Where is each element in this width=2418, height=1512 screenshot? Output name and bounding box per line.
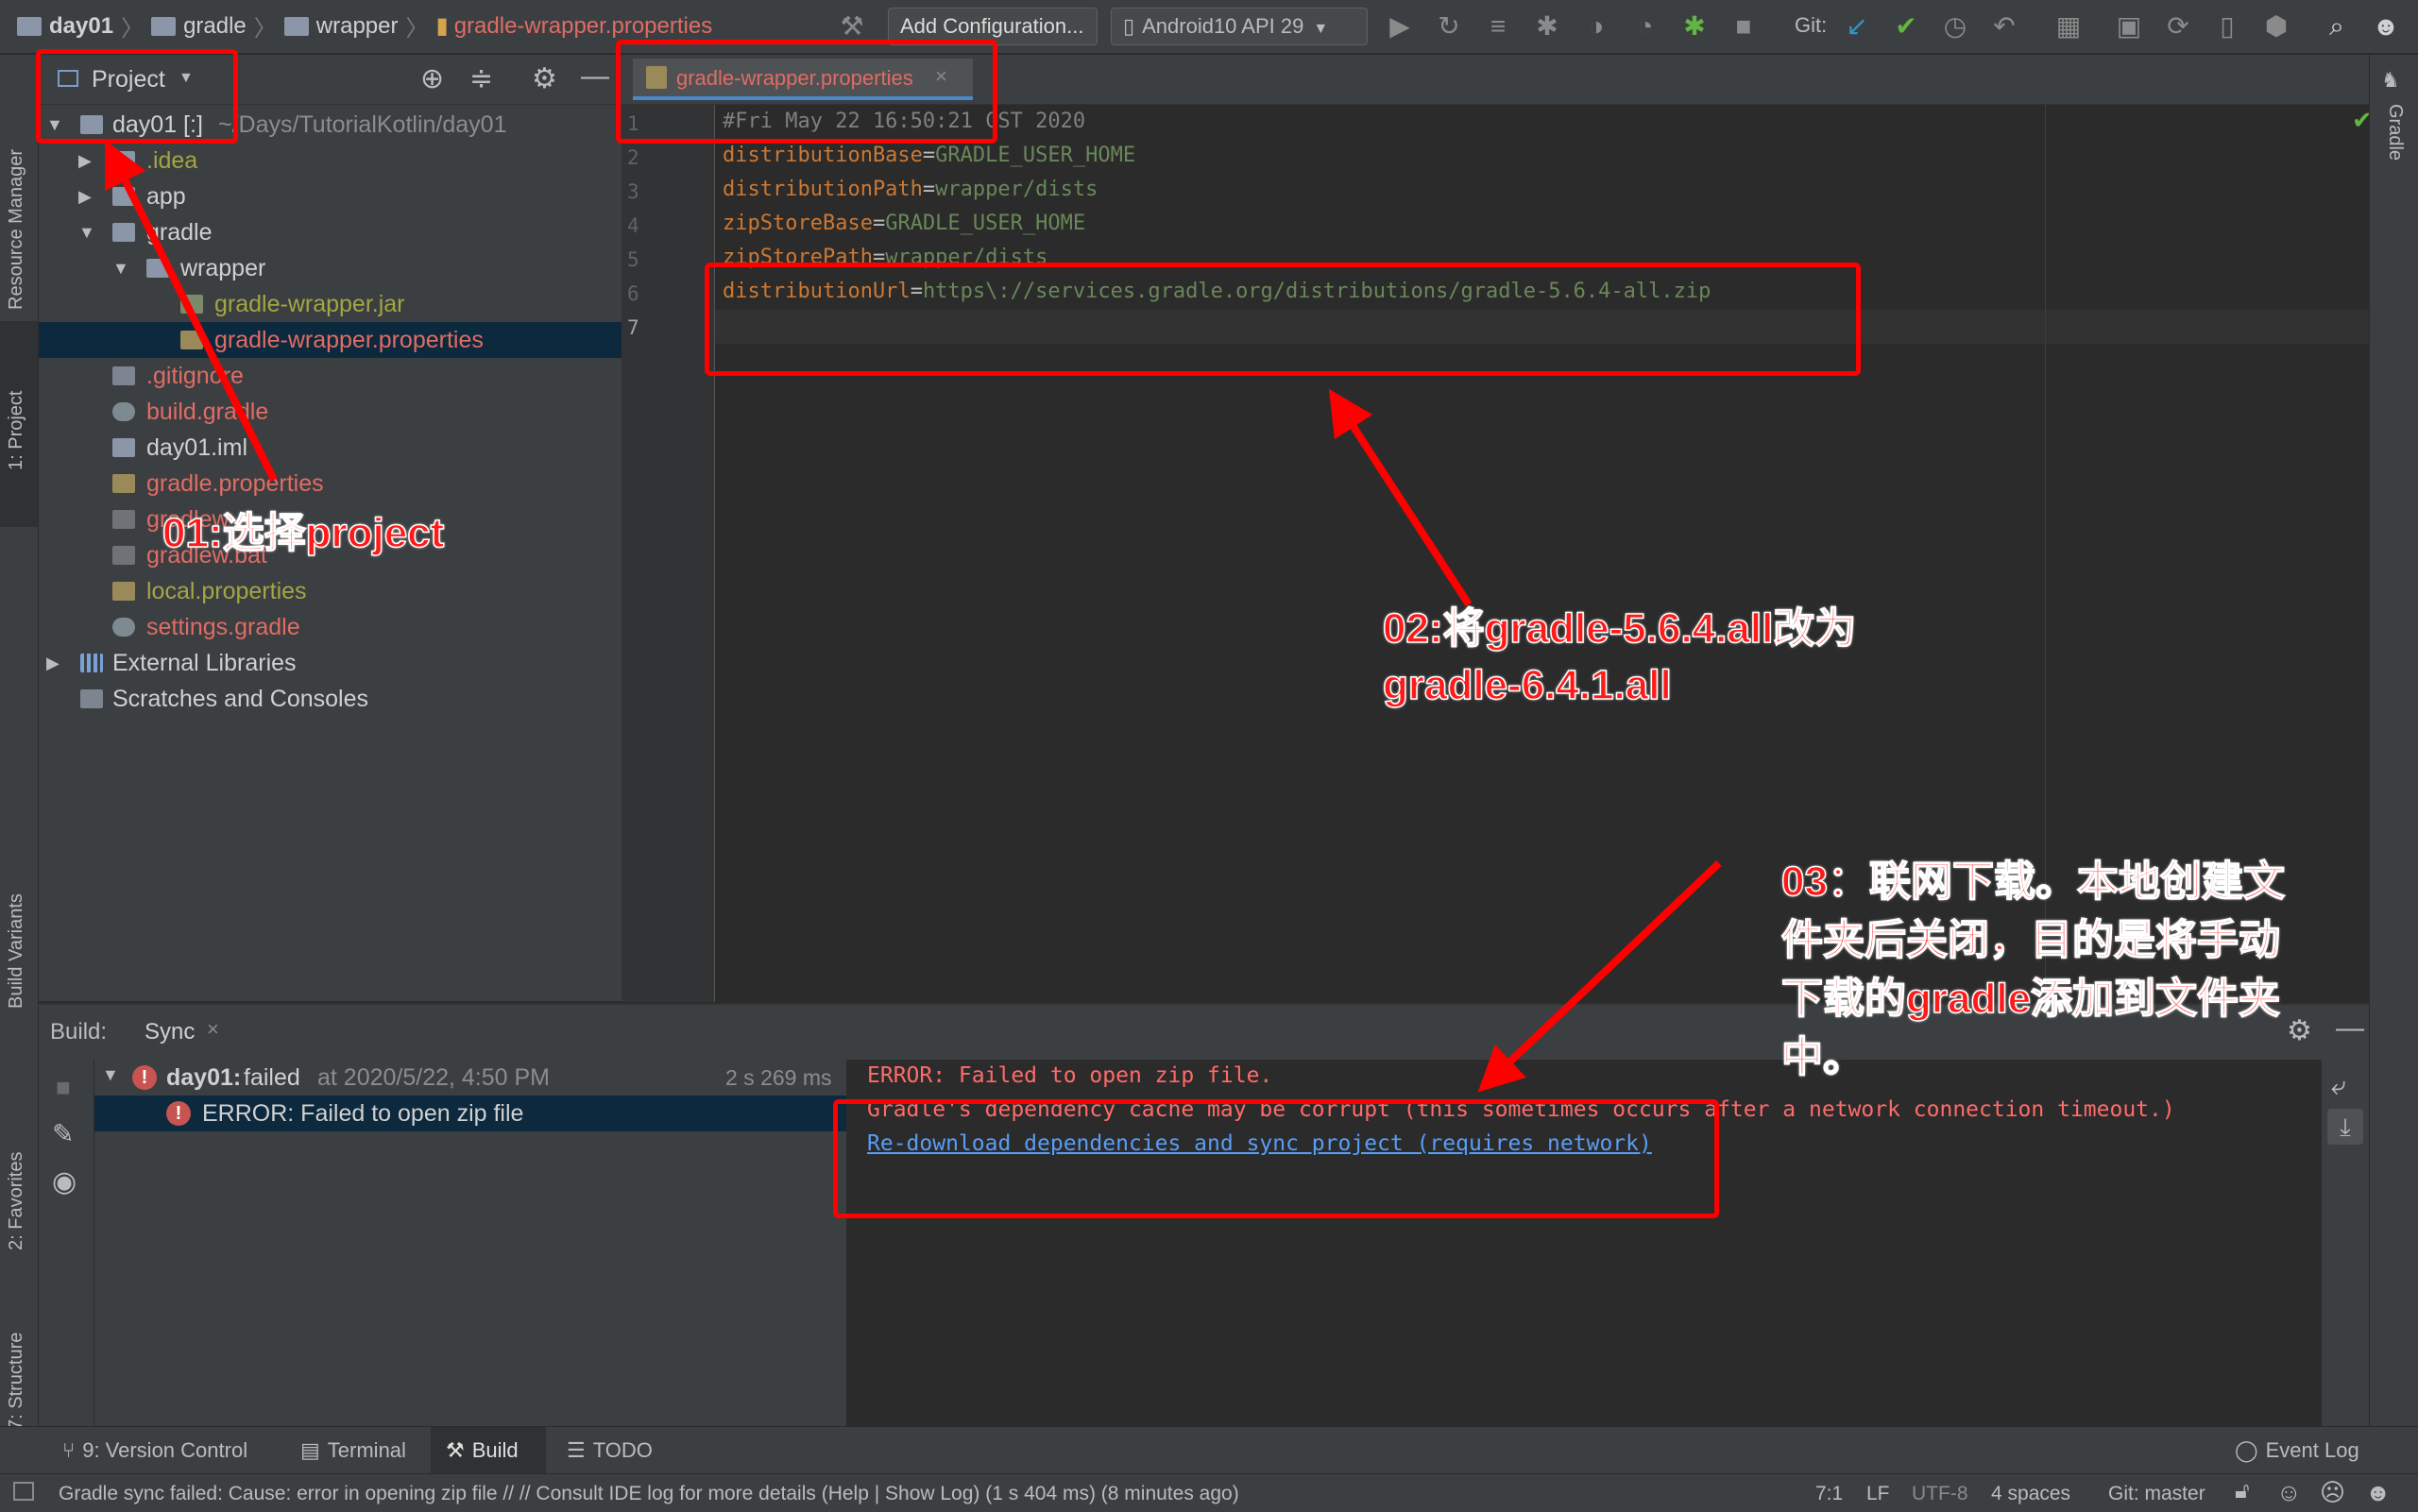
annotation-arrow-3 [1477,860,1722,1093]
annotation-note-3-line-2: 件夹后关闭，目的是将手动 [1780,916,2281,964]
annotation-arrow-2 [1328,388,1473,607]
annotation-arrow-1 [105,140,278,482]
annotation-note-2-line-2: gradle-6.4.1.all [1382,661,1672,709]
annotation-note-2-line-1: 02:将gradle-5.6.4.all改为 [1382,604,1857,653]
annotation-arrows [105,140,1722,1093]
annotation-note-3-line-1: 03：联网下载。本地创建文 [1780,858,2285,906]
annotation-note-3-line-4: 中。 [1780,1033,1865,1081]
annotation-note-3-line-3: 下载的gradle添加到文件夹 [1780,975,2281,1023]
annotation-note-1: 01:选择project [162,509,445,557]
